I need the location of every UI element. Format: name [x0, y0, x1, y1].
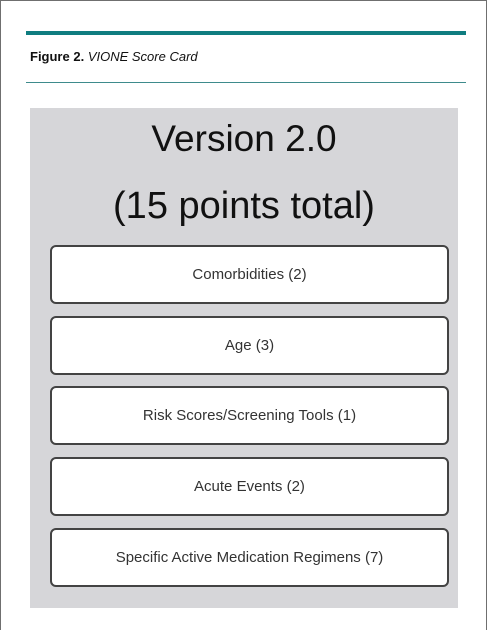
- figure-caption: Figure 2. VIONE Score Card: [30, 49, 198, 64]
- figure-label: Figure 2.: [30, 49, 85, 64]
- figure-frame: Figure 2. VIONE Score Card Version 2.0 (…: [0, 0, 487, 630]
- score-item-label: Acute Events (2): [194, 478, 305, 495]
- score-item-label: Specific Active Medication Regimens (7): [115, 549, 384, 566]
- points-total-heading: (15 points total): [113, 185, 375, 227]
- score-item-label: Age (3): [224, 337, 275, 354]
- score-card: Version 2.0 (15 points total) Comorbidit…: [30, 108, 458, 608]
- caption-divider: [26, 82, 466, 83]
- score-item-medication-regimens: Specific Active Medication Regimens (7): [50, 528, 449, 587]
- figure-title: VIONE Score Card: [87, 49, 198, 64]
- header-rule: [26, 31, 466, 35]
- score-item-label: Comorbidities (2): [192, 266, 307, 283]
- score-item-comorbidities: Comorbidities (2): [50, 245, 449, 304]
- version-heading: Version 2.0: [151, 118, 337, 159]
- score-item-risk-scores: Risk Scores/Screening Tools (1): [50, 386, 449, 445]
- score-item-age: Age (3): [50, 316, 449, 375]
- score-item-label: Risk Scores/Screening Tools (1): [142, 407, 357, 424]
- score-item-acute-events: Acute Events (2): [50, 457, 449, 516]
